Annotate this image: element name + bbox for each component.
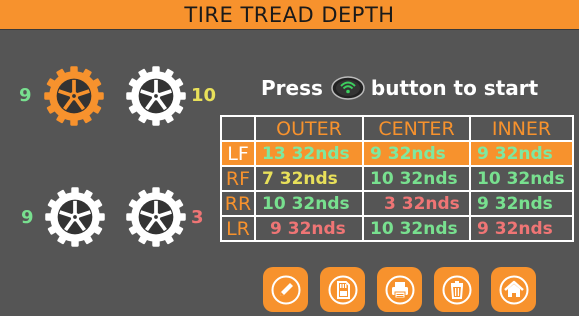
table-row[interactable]: LF 13 32nds 9 32nds 9 32nds [220,140,574,167]
tire-lr-value: 9 [21,207,34,228]
cell-rr-inner: 9 32nds [469,190,574,217]
cell-lf-center: 9 32nds [362,140,471,167]
trash-icon [442,275,471,304]
edit-button[interactable] [263,267,308,312]
tire-lf-icon[interactable] [43,65,105,127]
cell-rf-inner: 10 32nds [469,165,574,192]
tire-rf-value: 10 [191,85,217,106]
cell-rf-outer: 7 32nds [254,165,364,192]
table-corner-cell [220,115,256,142]
column-header-outer: OUTER [254,115,364,142]
print-button[interactable] [377,267,422,312]
cell-lf-inner: 9 32nds [469,140,574,167]
cell-rr-center: 3 32nds [362,190,471,217]
cell-lr-outer: 9 32nds [254,215,364,242]
row-label-lr: LR [220,215,256,242]
sd-card-icon [328,275,357,304]
row-label-lf: LF [220,140,256,167]
row-label-rf: RF [220,165,256,192]
start-button-icon [331,76,365,100]
tire-rr-value: 3 [191,207,204,228]
prompt-text-after: button to start [370,76,539,100]
tread-depth-table: OUTER CENTER INNER LF 13 32nds 9 32nds 9… [220,115,574,242]
column-header-center: CENTER [362,115,471,142]
page-title: TIRE TREAD DEPTH [0,0,579,30]
cell-rf-center: 10 32nds [362,165,471,192]
table-row[interactable]: RF 7 32nds 10 32nds 10 32nds [220,165,574,192]
delete-button[interactable] [434,267,479,312]
table-row[interactable]: RR 10 32nds 3 32nds 9 32nds [220,190,574,217]
row-label-rr: RR [220,190,256,217]
home-icon [499,275,528,304]
cell-lf-outer: 13 32nds [254,140,364,167]
cell-lr-inner: 9 32nds [469,215,574,242]
table-row[interactable]: LR 9 32nds 10 32nds 9 32nds [220,215,574,242]
cell-rr-outer: 10 32nds [254,190,364,217]
home-button[interactable] [491,267,536,312]
action-toolbar [263,267,536,312]
save-sd-button[interactable] [320,267,365,312]
tire-lf-value: 9 [19,85,32,106]
cell-lr-center: 10 32nds [362,215,471,242]
tire-rf-icon[interactable] [125,65,187,127]
printer-icon [385,275,414,304]
column-header-inner: INNER [469,115,574,142]
table-header-row: OUTER CENTER INNER [220,115,574,142]
pencil-icon [271,275,300,304]
prompt-text-before: Press [261,76,323,100]
tire-rr-icon[interactable] [125,186,187,248]
start-prompt: Press button to start [261,73,538,103]
tire-lr-icon[interactable] [44,186,106,248]
